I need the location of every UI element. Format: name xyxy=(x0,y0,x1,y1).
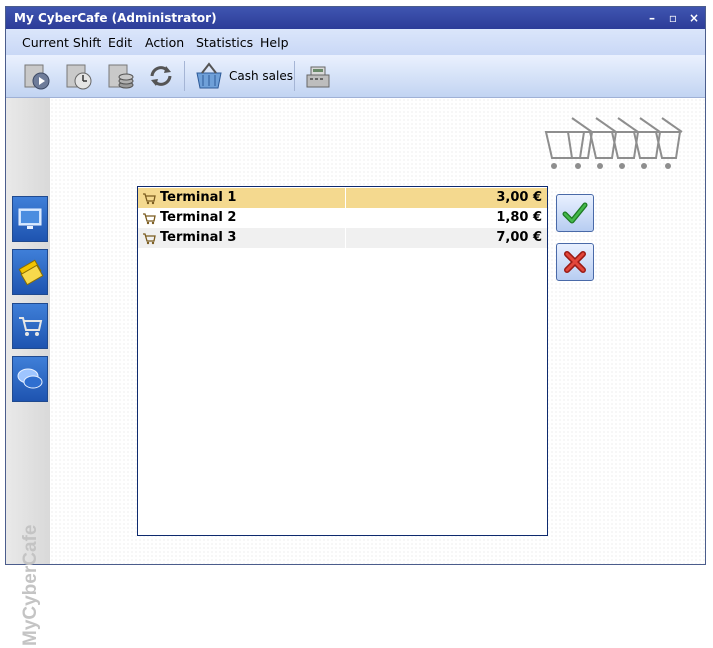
close-button[interactable]: × xyxy=(686,10,702,26)
minimize-button[interactable]: – xyxy=(644,10,660,26)
refresh-icon xyxy=(150,66,172,86)
sidebar-tab-tickets[interactable] xyxy=(12,249,48,295)
menu-current-shift[interactable]: Current Shift xyxy=(22,35,101,50)
shopping-cart-icon xyxy=(19,317,43,336)
cash-register-icon xyxy=(306,66,330,88)
window-title: My CyberCafe (Administrator) xyxy=(14,11,217,25)
menu-statistics[interactable]: Statistics xyxy=(196,35,253,50)
terminal-name: Terminal 1 xyxy=(160,190,237,205)
checkmark-icon xyxy=(562,202,588,224)
terminal-name: Terminal 2 xyxy=(160,210,237,225)
terminal-list[interactable]: Terminal 1 3,00 € Terminal 2 1,80 € Term… xyxy=(137,186,548,536)
menu-action[interactable]: Action xyxy=(145,35,184,50)
sidebar-tab-chat[interactable] xyxy=(12,356,48,402)
list-item[interactable]: Terminal 3 7,00 € xyxy=(138,228,547,248)
monitor-icon xyxy=(18,208,42,229)
refresh-button[interactable] xyxy=(144,59,178,93)
content-area: Terminal 1 3,00 € Terminal 2 1,80 € Term… xyxy=(50,98,705,564)
start-shift-button[interactable] xyxy=(20,59,54,93)
shift-money-button[interactable] xyxy=(104,59,138,93)
cancel-button[interactable] xyxy=(556,243,594,281)
toolbar-separator xyxy=(294,61,295,91)
menu-edit[interactable]: Edit xyxy=(108,35,132,50)
terminal-amount: 1,80 € xyxy=(496,210,542,225)
cash-basket-icon xyxy=(196,62,222,89)
chat-icon xyxy=(17,368,43,389)
list-item[interactable]: Terminal 2 1,80 € xyxy=(138,208,547,228)
cart-icon xyxy=(143,213,156,225)
title-bar[interactable]: My CyberCafe (Administrator) – ▫ × xyxy=(6,7,705,29)
shift-money-icon xyxy=(108,64,134,89)
confirm-button[interactable] xyxy=(556,194,594,232)
menu-bar: Current Shift Edit Action Statistics Hel… xyxy=(6,29,705,55)
cart-icon xyxy=(143,193,156,205)
terminal-name: Terminal 3 xyxy=(160,230,237,245)
sidebar-tab-terminals[interactable] xyxy=(12,196,48,242)
terminal-amount: 3,00 € xyxy=(496,190,542,205)
cash-register-button[interactable] xyxy=(301,59,335,93)
column-divider xyxy=(345,188,346,208)
shift-clock-button[interactable] xyxy=(62,59,96,93)
cash-sales-label[interactable]: Cash sales xyxy=(229,69,293,83)
brand-watermark: MyCyberCafe xyxy=(20,525,41,646)
cash-sales-button[interactable] xyxy=(192,59,226,93)
sidebar: MyCyberCafe xyxy=(6,98,50,646)
main-window: My CyberCafe (Administrator) – ▫ × Curre… xyxy=(5,6,706,646)
brand-label: MyCyberCafe xyxy=(20,525,41,646)
maximize-button[interactable]: ▫ xyxy=(665,10,681,26)
menu-help[interactable]: Help xyxy=(260,35,289,50)
shift-clock-icon xyxy=(66,64,92,90)
toolbar-separator xyxy=(184,61,185,91)
tickets-icon xyxy=(18,259,44,286)
sidebar-tab-shop[interactable] xyxy=(12,303,48,349)
cart-icon xyxy=(143,233,156,245)
toolbar: Cash sales xyxy=(6,55,705,98)
cross-icon xyxy=(564,251,586,273)
terminal-amount: 7,00 € xyxy=(496,230,542,245)
start-shift-icon xyxy=(24,64,50,90)
shopping-carts-icon xyxy=(544,117,683,169)
column-divider xyxy=(345,228,346,248)
list-item[interactable]: Terminal 1 3,00 € xyxy=(138,188,547,208)
